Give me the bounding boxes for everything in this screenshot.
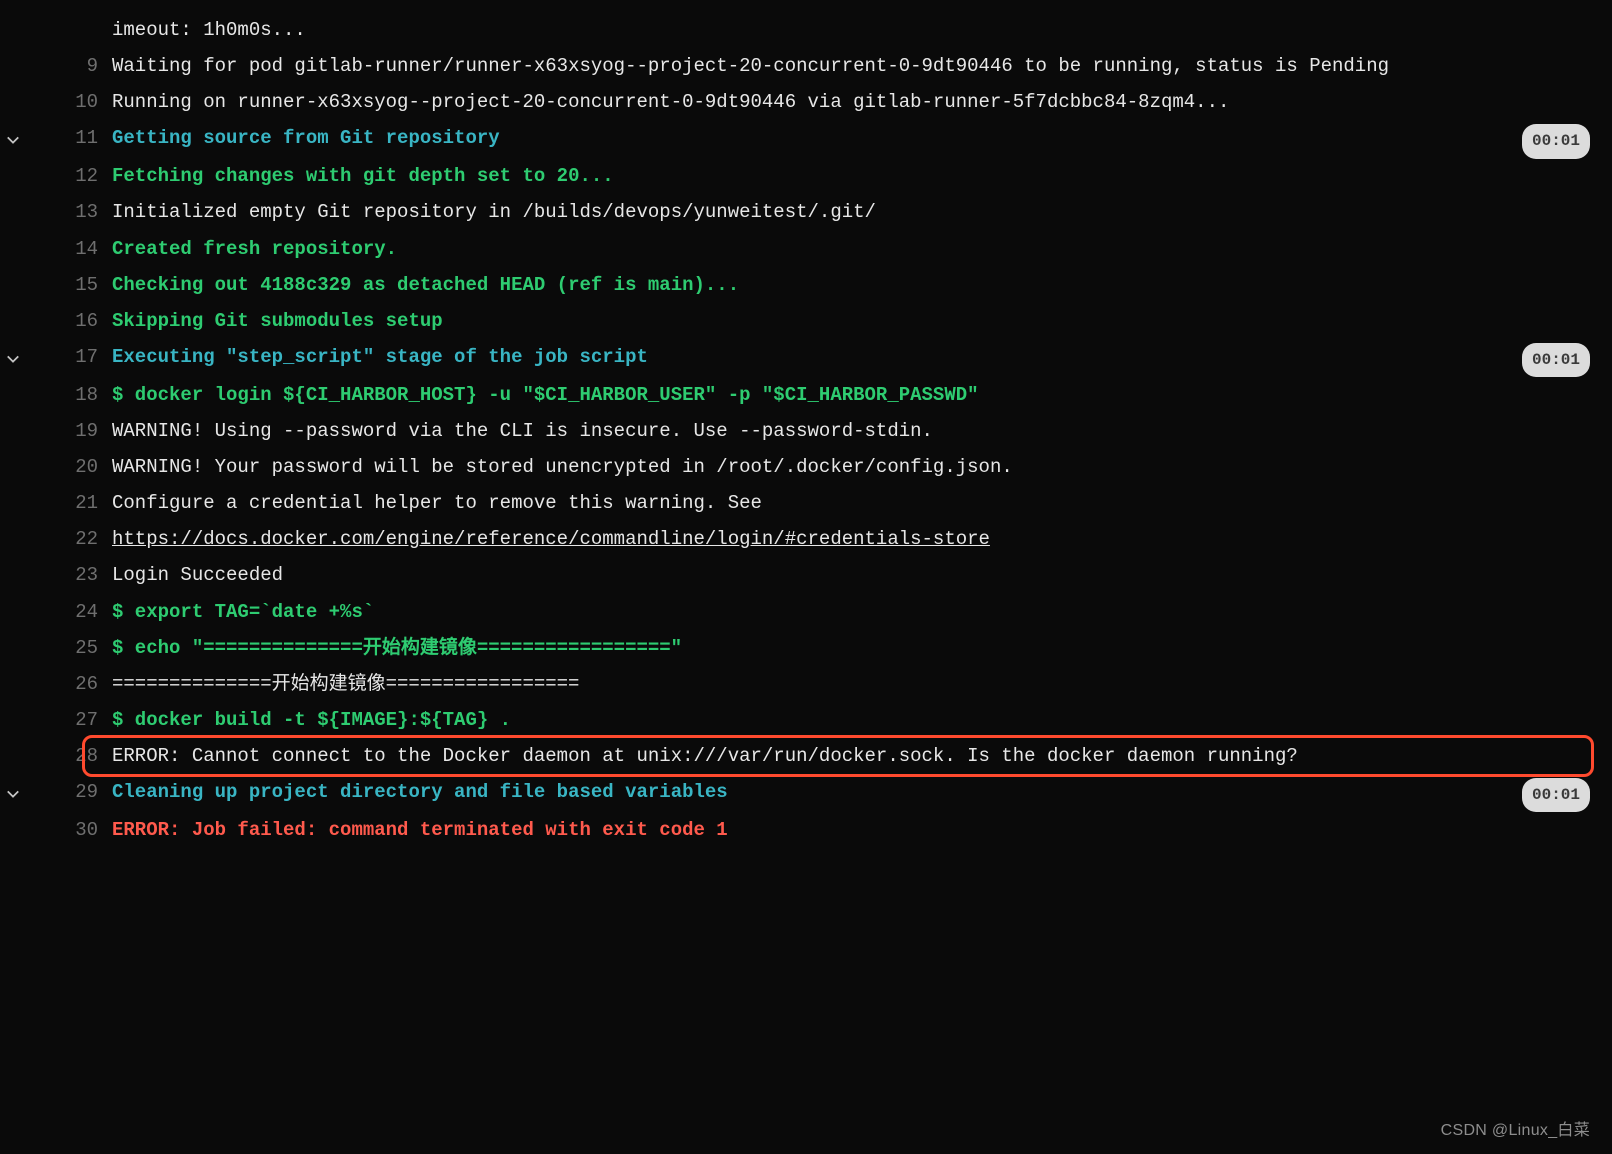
duration-badge: 00:01 [1522, 343, 1590, 377]
csdn-watermark: CSDN @Linux_白菜 [1441, 1116, 1590, 1140]
line-number[interactable]: 19 [26, 413, 112, 449]
log-text: Executing "step_script" stage of the job… [112, 339, 1612, 375]
log-line: 17Executing "step_script" stage of the j… [0, 339, 1612, 377]
log-text: Login Succeeded [112, 557, 1612, 593]
job-log-terminal[interactable]: imeout: 1h0m0s...9Waiting for pod gitlab… [0, 0, 1612, 860]
caret-spacer [0, 557, 26, 559]
line-number[interactable]: 16 [26, 303, 112, 339]
log-line: 13Initialized empty Git repository in /b… [0, 194, 1612, 230]
log-text: Skipping Git submodules setup [112, 303, 1612, 339]
log-line: 26==============开始构建镜像================= [0, 666, 1612, 702]
caret-spacer [0, 594, 26, 596]
caret-spacer [0, 630, 26, 632]
caret-spacer [0, 48, 26, 50]
caret-spacer [0, 303, 26, 305]
collapse-caret-icon[interactable] [0, 120, 26, 158]
caret-spacer [0, 812, 26, 814]
log-text: Cleaning up project directory and file b… [112, 774, 1612, 810]
line-number[interactable]: 9 [26, 48, 112, 84]
caret-spacer [0, 413, 26, 415]
caret-spacer [0, 666, 26, 668]
log-line: 15Checking out 4188c329 as detached HEAD… [0, 267, 1612, 303]
line-number[interactable]: 18 [26, 377, 112, 413]
log-line: 24$ export TAG=`date +%s` [0, 594, 1612, 630]
log-text: Waiting for pod gitlab-runner/runner-x63… [112, 48, 1612, 84]
line-number[interactable]: 23 [26, 557, 112, 593]
log-line: 12Fetching changes with git depth set to… [0, 158, 1612, 194]
log-line: 19WARNING! Using --password via the CLI … [0, 413, 1612, 449]
line-number[interactable]: 25 [26, 630, 112, 666]
line-number[interactable]: 20 [26, 449, 112, 485]
log-text: $ export TAG=`date +%s` [112, 594, 1612, 630]
caret-spacer [0, 158, 26, 160]
log-line: 16Skipping Git submodules setup [0, 303, 1612, 339]
line-number[interactable]: 27 [26, 702, 112, 738]
line-number[interactable]: 17 [26, 339, 112, 375]
line-number[interactable]: 15 [26, 267, 112, 303]
log-text: https://docs.docker.com/engine/reference… [112, 521, 1612, 557]
log-line: 10Running on runner-x63xsyog--project-20… [0, 84, 1612, 120]
log-text: ERROR: Job failed: command terminated wi… [112, 812, 1612, 848]
log-text: Created fresh repository. [112, 231, 1612, 267]
line-number[interactable]: 26 [26, 666, 112, 702]
log-line: 27$ docker build -t ${IMAGE}:${TAG} . [0, 702, 1612, 738]
log-text: Configure a credential helper to remove … [112, 485, 1612, 521]
line-number[interactable]: 12 [26, 158, 112, 194]
duration-badge: 00:01 [1522, 778, 1590, 812]
line-number[interactable]: 28 [26, 738, 112, 774]
caret-spacer [0, 12, 26, 14]
line-number[interactable]: 11 [26, 120, 112, 156]
log-text: imeout: 1h0m0s... [112, 12, 1612, 48]
log-line: 9Waiting for pod gitlab-runner/runner-x6… [0, 48, 1612, 84]
duration-badge: 00:01 [1522, 124, 1590, 158]
log-line: 29Cleaning up project directory and file… [0, 774, 1612, 812]
log-line: 23Login Succeeded [0, 557, 1612, 593]
line-number[interactable]: 22 [26, 521, 112, 557]
log-text: $ docker login ${CI_HARBOR_HOST} -u "$CI… [112, 377, 1612, 413]
log-line: 18$ docker login ${CI_HARBOR_HOST} -u "$… [0, 377, 1612, 413]
caret-spacer [0, 702, 26, 704]
log-line: 22https://docs.docker.com/engine/referen… [0, 521, 1612, 557]
line-number[interactable]: 29 [26, 774, 112, 810]
log-line: 25$ echo "==============开始构建镜像==========… [0, 630, 1612, 666]
caret-spacer [0, 521, 26, 523]
collapse-caret-icon[interactable] [0, 339, 26, 377]
log-text: WARNING! Using --password via the CLI is… [112, 413, 1612, 449]
log-line: 20WARNING! Your password will be stored … [0, 449, 1612, 485]
log-text: Checking out 4188c329 as detached HEAD (… [112, 267, 1612, 303]
log-line: 30ERROR: Job failed: command terminated … [0, 812, 1612, 848]
log-line: imeout: 1h0m0s... [0, 12, 1612, 48]
line-number[interactable]: 10 [26, 84, 112, 120]
line-number[interactable]: 24 [26, 594, 112, 630]
log-line: 14Created fresh repository. [0, 231, 1612, 267]
line-number[interactable]: 30 [26, 812, 112, 848]
line-number[interactable]: 13 [26, 194, 112, 230]
log-text: Initialized empty Git repository in /bui… [112, 194, 1612, 230]
log-text: Running on runner-x63xsyog--project-20-c… [112, 84, 1612, 120]
caret-spacer [0, 231, 26, 233]
caret-spacer [0, 377, 26, 379]
log-text: ERROR: Cannot connect to the Docker daem… [112, 738, 1612, 774]
log-line: 11Getting source from Git repository00:0… [0, 120, 1612, 158]
log-text: WARNING! Your password will be stored un… [112, 449, 1612, 485]
caret-spacer [0, 194, 26, 196]
log-text: $ echo "==============开始构建镜像============… [112, 630, 1612, 666]
log-line: 21Configure a credential helper to remov… [0, 485, 1612, 521]
line-number[interactable]: 14 [26, 231, 112, 267]
caret-spacer [0, 449, 26, 451]
caret-spacer [0, 84, 26, 86]
caret-spacer [0, 485, 26, 487]
line-number[interactable]: 21 [26, 485, 112, 521]
collapse-caret-icon[interactable] [0, 774, 26, 812]
log-text: Fetching changes with git depth set to 2… [112, 158, 1612, 194]
caret-spacer [0, 267, 26, 269]
log-line: 28ERROR: Cannot connect to the Docker da… [0, 738, 1612, 774]
log-text: ==============开始构建镜像================= [112, 666, 1612, 702]
caret-spacer [0, 738, 26, 740]
log-text: $ docker build -t ${IMAGE}:${TAG} . [112, 702, 1612, 738]
log-text: Getting source from Git repository [112, 120, 1612, 156]
